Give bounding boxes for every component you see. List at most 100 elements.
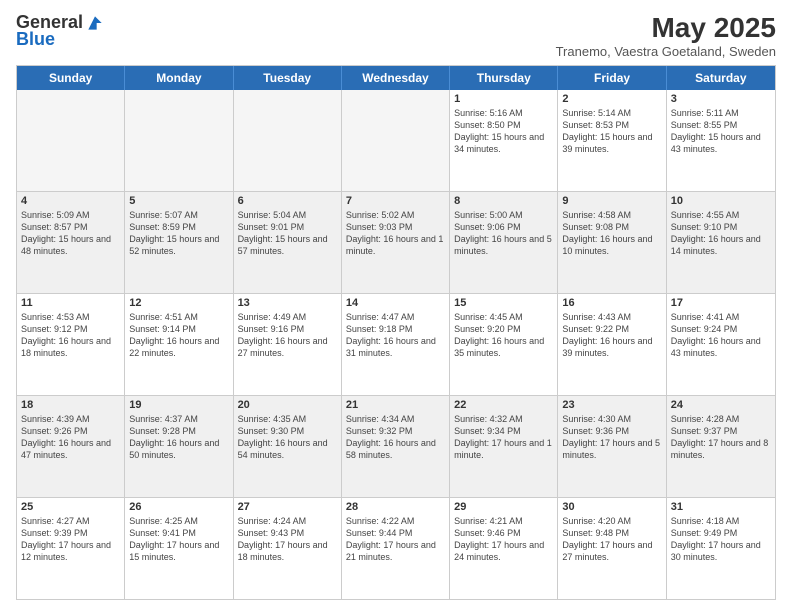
calendar-cell: 16Sunrise: 4:43 AM Sunset: 9:22 PM Dayli… [558, 294, 666, 395]
calendar-cell: 3 Sunrise: 5:11 AM Sunset: 8:55 PM Daylig… [667, 90, 775, 191]
day-number: 8 [454, 195, 553, 207]
calendar-cell: 9Sunrise: 4:58 AM Sunset: 9:08 PM Daylig… [558, 192, 666, 293]
day-info: Sunrise: 4:27 AM Sunset: 9:39 PM Dayligh… [21, 515, 120, 564]
logo-icon [85, 13, 105, 33]
day-info: Sunrise: 4:41 AM Sunset: 9:24 PM Dayligh… [671, 311, 771, 360]
logo-blue: Blue [16, 29, 55, 50]
calendar-cell: 28Sunrise: 4:22 AM Sunset: 9:44 PM Dayli… [342, 498, 450, 599]
calendar-cell [234, 90, 342, 191]
day-info: Sunrise: 4:25 AM Sunset: 9:41 PM Dayligh… [129, 515, 228, 564]
day-number: 27 [238, 501, 337, 513]
calendar-cell: 20 Sunrise: 4:35 AM Sunset: 9:30 PM Dayli… [234, 396, 342, 497]
calendar-cell: 18Sunrise: 4:39 AM Sunset: 9:26 PM Dayli… [17, 396, 125, 497]
day-info: Sunrise: 4:20 AM Sunset: 9:48 PM Dayligh… [562, 515, 661, 564]
weekday-header-thursday: Thursday [450, 66, 558, 90]
page: General Blue May 2025 Tranemo, Vaestra G… [0, 0, 792, 612]
weekday-header-sunday: Sunday [17, 66, 125, 90]
day-info: Sunrise: 4:53 AM Sunset: 9:12 PM Dayligh… [21, 311, 120, 360]
calendar-cell: 23 Sunrise: 4:30 AM Sunset: 9:36 PM Dayli… [558, 396, 666, 497]
day-number: 7 [346, 195, 445, 207]
month-year: May 2025 [556, 12, 776, 44]
day-info: Sunrise: 4:35 AM Sunset: 9:30 PM Dayligh… [238, 413, 337, 462]
calendar-cell: 27Sunrise: 4:24 AM Sunset: 9:43 PM Dayli… [234, 498, 342, 599]
calendar-cell: 30 Sunrise: 4:20 AM Sunset: 9:48 PM Dayli… [558, 498, 666, 599]
calendar-row-1: 1Sunrise: 5:16 AM Sunset: 8:50 PM Daylig… [17, 90, 775, 192]
day-number: 6 [238, 195, 337, 207]
calendar-cell: 22 Sunrise: 4:32 AM Sunset: 9:34 PM Dayli… [450, 396, 558, 497]
calendar-cell: 12Sunrise: 4:51 AM Sunset: 9:14 PM Dayli… [125, 294, 233, 395]
day-number: 30 [562, 501, 661, 513]
day-number: 3 [671, 93, 771, 105]
day-info: Sunrise: 5:09 AM Sunset: 8:57 PM Dayligh… [21, 209, 120, 258]
day-info: Sunrise: 4:18 AM Sunset: 9:49 PM Dayligh… [671, 515, 771, 564]
weekday-header-wednesday: Wednesday [342, 66, 450, 90]
day-info: Sunrise: 4:37 AM Sunset: 9:28 PM Dayligh… [129, 413, 228, 462]
calendar-cell [125, 90, 233, 191]
day-number: 28 [346, 501, 445, 513]
calendar-cell: 7Sunrise: 5:02 AM Sunset: 9:03 PM Daylig… [342, 192, 450, 293]
day-number: 9 [562, 195, 661, 207]
day-number: 5 [129, 195, 228, 207]
header: General Blue May 2025 Tranemo, Vaestra G… [16, 12, 776, 59]
day-number: 21 [346, 399, 445, 411]
day-info: Sunrise: 5:11 AM Sunset: 8:55 PM Dayligh… [671, 107, 771, 156]
day-number: 25 [21, 501, 120, 513]
calendar-cell: 10 Sunrise: 4:55 AM Sunset: 9:10 PM Dayli… [667, 192, 775, 293]
day-number: 10 [671, 195, 771, 207]
calendar-body: 1Sunrise: 5:16 AM Sunset: 8:50 PM Daylig… [17, 90, 775, 599]
calendar-cell: 17 Sunrise: 4:41 AM Sunset: 9:24 PM Dayli… [667, 294, 775, 395]
day-number: 22 [454, 399, 553, 411]
day-number: 23 [562, 399, 661, 411]
calendar-cell: 13Sunrise: 4:49 AM Sunset: 9:16 PM Dayli… [234, 294, 342, 395]
day-info: Sunrise: 5:14 AM Sunset: 8:53 PM Dayligh… [562, 107, 661, 156]
day-number: 11 [21, 297, 120, 309]
calendar-cell: 4 Sunrise: 5:09 AM Sunset: 8:57 PM Daylig… [17, 192, 125, 293]
day-info: Sunrise: 4:34 AM Sunset: 9:32 PM Dayligh… [346, 413, 445, 462]
calendar-cell: 15 Sunrise: 4:45 AM Sunset: 9:20 PM Dayli… [450, 294, 558, 395]
calendar-cell: 2 Sunrise: 5:14 AM Sunset: 8:53 PM Daylig… [558, 90, 666, 191]
logo-block: General Blue [16, 12, 105, 50]
calendar-row-3: 11 Sunrise: 4:53 AM Sunset: 9:12 PM Dayli… [17, 294, 775, 396]
weekday-header-friday: Friday [558, 66, 666, 90]
calendar-row-2: 4 Sunrise: 5:09 AM Sunset: 8:57 PM Daylig… [17, 192, 775, 294]
calendar-cell: 21 Sunrise: 4:34 AM Sunset: 9:32 PM Dayli… [342, 396, 450, 497]
day-number: 2 [562, 93, 661, 105]
day-number: 20 [238, 399, 337, 411]
day-number: 15 [454, 297, 553, 309]
calendar: SundayMondayTuesdayWednesdayThursdayFrid… [16, 65, 776, 600]
calendar-row-4: 18Sunrise: 4:39 AM Sunset: 9:26 PM Dayli… [17, 396, 775, 498]
calendar-cell: 19 Sunrise: 4:37 AM Sunset: 9:28 PM Dayli… [125, 396, 233, 497]
day-number: 19 [129, 399, 228, 411]
day-number: 4 [21, 195, 120, 207]
calendar-cell: 25 Sunrise: 4:27 AM Sunset: 9:39 PM Dayli… [17, 498, 125, 599]
logo: General Blue [16, 12, 105, 50]
calendar-cell [342, 90, 450, 191]
weekday-header-tuesday: Tuesday [234, 66, 342, 90]
calendar-cell: 6 Sunrise: 5:04 AM Sunset: 9:01 PM Daylig… [234, 192, 342, 293]
day-info: Sunrise: 5:04 AM Sunset: 9:01 PM Dayligh… [238, 209, 337, 258]
calendar-cell: 5 Sunrise: 5:07 AM Sunset: 8:59 PM Daylig… [125, 192, 233, 293]
location: Tranemo, Vaestra Goetaland, Sweden [556, 44, 776, 59]
day-number: 26 [129, 501, 228, 513]
day-number: 1 [454, 93, 553, 105]
calendar-cell: 1Sunrise: 5:16 AM Sunset: 8:50 PM Daylig… [450, 90, 558, 191]
day-info: Sunrise: 4:47 AM Sunset: 9:18 PM Dayligh… [346, 311, 445, 360]
title-block: May 2025 Tranemo, Vaestra Goetaland, Swe… [556, 12, 776, 59]
day-info: Sunrise: 4:43 AM Sunset: 9:22 PM Dayligh… [562, 311, 661, 360]
day-info: Sunrise: 5:07 AM Sunset: 8:59 PM Dayligh… [129, 209, 228, 258]
day-info: Sunrise: 4:45 AM Sunset: 9:20 PM Dayligh… [454, 311, 553, 360]
day-number: 17 [671, 297, 771, 309]
calendar-cell: 24Sunrise: 4:28 AM Sunset: 9:37 PM Dayli… [667, 396, 775, 497]
day-info: Sunrise: 4:30 AM Sunset: 9:36 PM Dayligh… [562, 413, 661, 462]
day-number: 13 [238, 297, 337, 309]
weekday-header-monday: Monday [125, 66, 233, 90]
calendar-cell: 14Sunrise: 4:47 AM Sunset: 9:18 PM Dayli… [342, 294, 450, 395]
weekday-header-saturday: Saturday [667, 66, 775, 90]
day-info: Sunrise: 4:51 AM Sunset: 9:14 PM Dayligh… [129, 311, 228, 360]
day-info: Sunrise: 4:39 AM Sunset: 9:26 PM Dayligh… [21, 413, 120, 462]
day-info: Sunrise: 4:32 AM Sunset: 9:34 PM Dayligh… [454, 413, 553, 462]
day-info: Sunrise: 4:28 AM Sunset: 9:37 PM Dayligh… [671, 413, 771, 462]
calendar-cell: 11 Sunrise: 4:53 AM Sunset: 9:12 PM Dayli… [17, 294, 125, 395]
day-info: Sunrise: 4:55 AM Sunset: 9:10 PM Dayligh… [671, 209, 771, 258]
day-info: Sunrise: 4:21 AM Sunset: 9:46 PM Dayligh… [454, 515, 553, 564]
